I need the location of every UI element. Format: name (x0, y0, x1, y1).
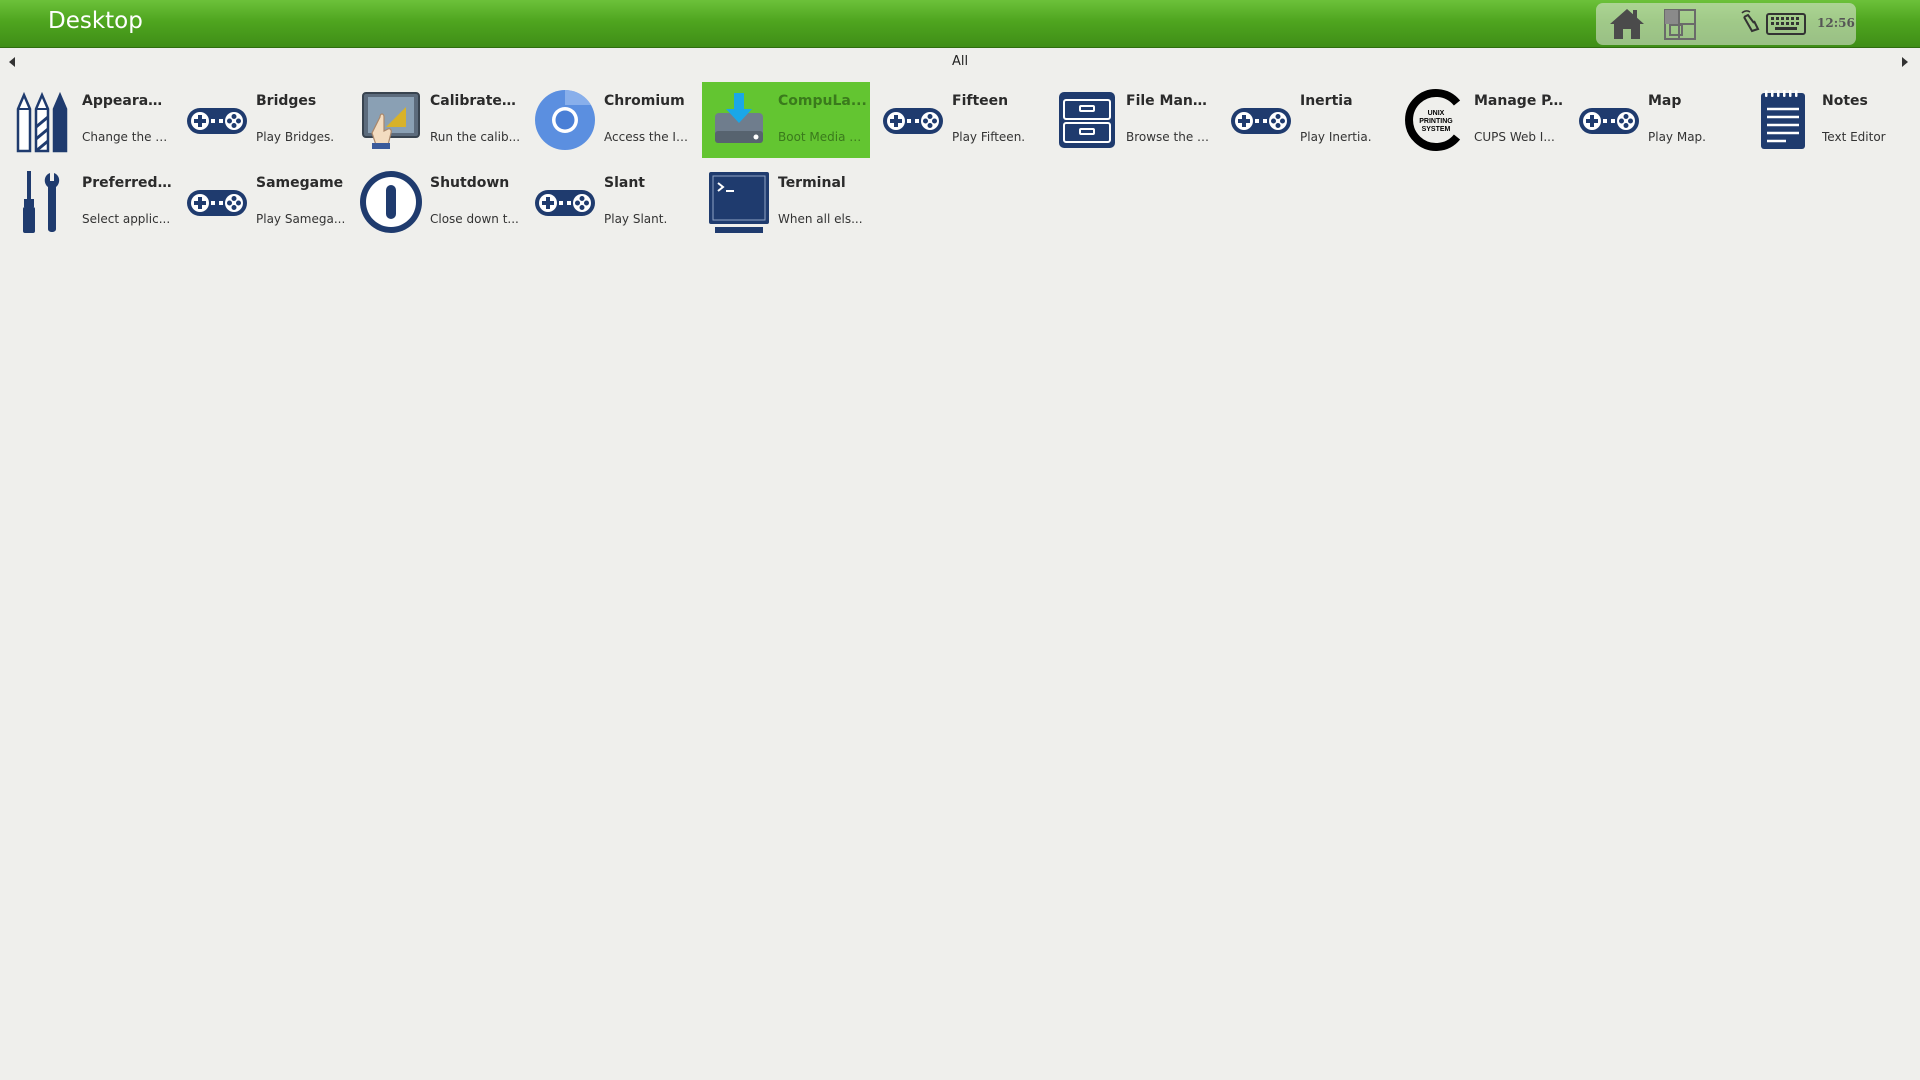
power-icon (358, 169, 424, 235)
file-cabinet-icon (1054, 87, 1120, 153)
clock: 12:56 (1817, 16, 1855, 30)
app-shutdown[interactable]: Shutdown Close down t... (354, 164, 522, 240)
app-bridges[interactable]: Bridges Play Bridges. (180, 82, 348, 158)
app-name: Calibrate ... (430, 93, 520, 109)
tools-icon (10, 169, 76, 235)
app-description: Access the In... (604, 130, 694, 144)
app-name: Samegame (256, 175, 344, 191)
category-label[interactable]: All (0, 54, 1920, 69)
app-name: Inertia (1300, 93, 1353, 109)
app-calibrate[interactable]: Calibrate ... Run the calib... (354, 82, 522, 158)
app-notes[interactable]: Notes Text Editor (1746, 82, 1914, 158)
cups-logo-line: UNIX (1428, 110, 1445, 117)
cups-logo-line: SYSTEM (1422, 126, 1451, 133)
app-name: Shutdown (430, 175, 510, 191)
app-compulab[interactable]: CompuLa... Boot Media C... (702, 82, 870, 158)
app-description: Text Editor (1822, 130, 1886, 144)
touch-gesture-icon[interactable] (1736, 3, 1766, 49)
app-map[interactable]: Map Play Map. (1572, 82, 1740, 158)
app-description: CUPS Web I... (1474, 130, 1555, 144)
app-name: Terminal (778, 175, 846, 191)
pencils-icon (10, 87, 76, 153)
cups-logo-line: PRINTING (1419, 118, 1453, 125)
app-name: Appearance (82, 93, 172, 109)
app-description: Play Inertia. (1300, 130, 1372, 144)
app-file-manager[interactable]: File Mana... Browse the fil... (1050, 82, 1218, 158)
top-bar: Desktop 12:56 (0, 0, 1920, 48)
gamepad-icon (1228, 87, 1294, 153)
chromium-icon (532, 87, 598, 153)
gamepad-icon (184, 169, 250, 235)
app-name: Bridges (256, 93, 317, 109)
app-description: Select applic... (82, 212, 171, 226)
app-description: Close down t... (430, 212, 519, 226)
app-name: File Mana... (1126, 93, 1216, 109)
category-bar: All (0, 48, 1920, 76)
app-name: Manage P... (1474, 93, 1564, 109)
app-slant[interactable]: Slant Play Slant. (528, 164, 696, 240)
terminal-icon (706, 169, 772, 235)
app-chromium[interactable]: Chromium Access the In... (528, 82, 696, 158)
gamepad-icon (1576, 87, 1642, 153)
gamepad-icon (532, 169, 598, 235)
app-name: Chromium (604, 93, 685, 109)
calibrate-touch-icon (358, 87, 424, 153)
gamepad-icon (184, 87, 250, 153)
app-samegame[interactable]: Samegame Play Samega... (180, 164, 348, 240)
gamepad-icon (880, 87, 946, 153)
app-name: Fifteen (952, 93, 1009, 109)
window-title: Desktop (48, 8, 143, 34)
app-description: Change the a... (82, 130, 172, 144)
window-switcher-icon[interactable] (1658, 3, 1700, 49)
app-inertia[interactable]: Inertia Play Inertia. (1224, 82, 1392, 158)
app-preferred-applications[interactable]: Preferred ... Select applic... (6, 164, 174, 240)
app-name: CompuLa... (778, 93, 867, 109)
keyboard-icon[interactable] (1764, 3, 1808, 49)
app-description: Run the calib... (430, 130, 520, 144)
app-name: Preferred ... (82, 175, 172, 191)
app-name: Map (1648, 93, 1682, 109)
app-appearance[interactable]: Appearance Change the a... (6, 82, 174, 158)
app-manage-printing[interactable]: UNIX PRINTING SYSTEM Manage P... CUPS We… (1398, 82, 1566, 158)
home-icon[interactable] (1606, 3, 1648, 49)
app-terminal[interactable]: Terminal When all els... (702, 164, 870, 240)
app-description: Play Slant. (604, 212, 668, 226)
app-name: Slant (604, 175, 645, 191)
scroll-right-arrow-icon[interactable] (1902, 57, 1908, 67)
system-tray: 12:56 (1596, 3, 1856, 45)
app-description: Play Map. (1648, 130, 1706, 144)
app-description: Boot Media C... (778, 130, 868, 144)
download-drive-icon (706, 87, 772, 153)
app-description: Play Samega... (256, 212, 346, 226)
app-description: Play Fifteen. (952, 130, 1026, 144)
app-description: When all els... (778, 212, 863, 226)
app-description: Browse the fil... (1126, 130, 1216, 144)
cups-logo-icon: UNIX PRINTING SYSTEM (1402, 87, 1468, 153)
app-name: Notes (1822, 93, 1868, 109)
app-fifteen[interactable]: Fifteen Play Fifteen. (876, 82, 1044, 158)
app-description: Play Bridges. (256, 130, 335, 144)
notepad-icon (1750, 87, 1816, 153)
